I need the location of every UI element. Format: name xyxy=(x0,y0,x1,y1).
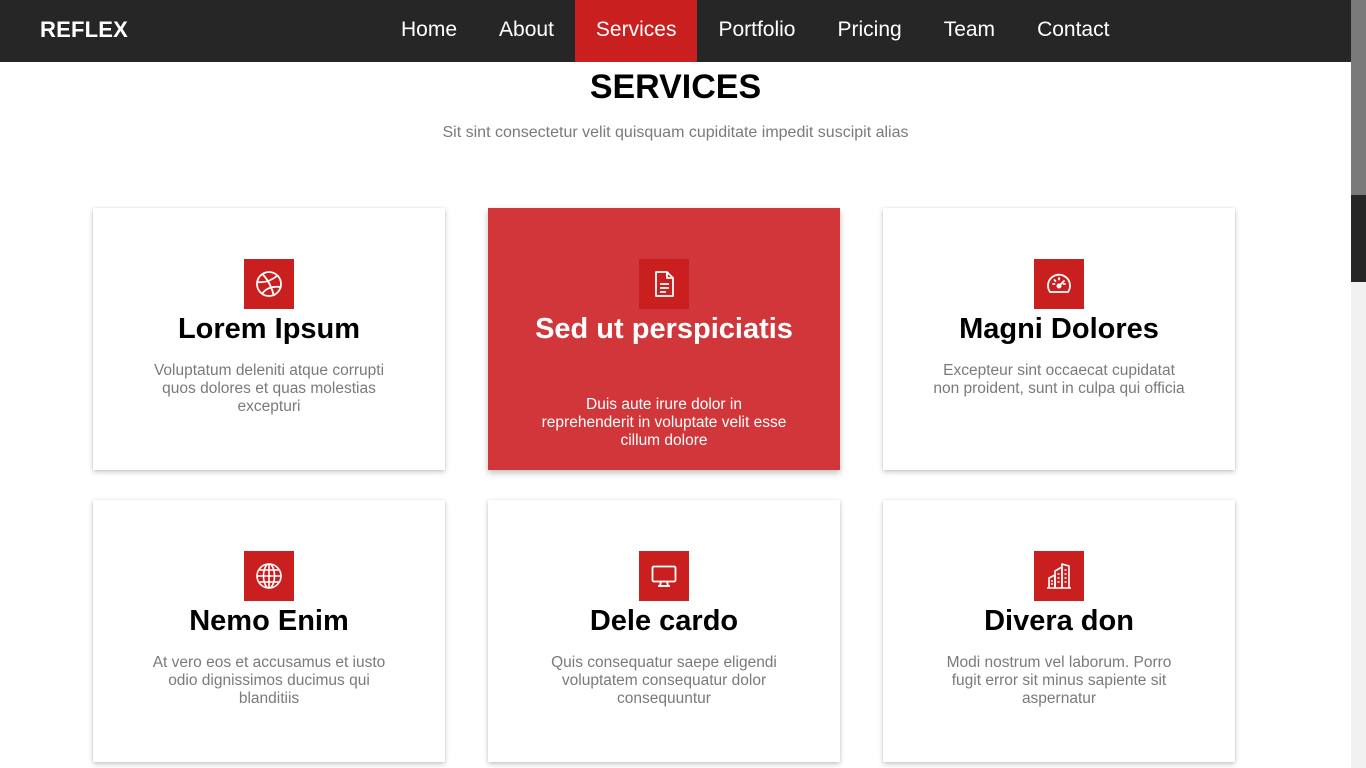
brand-logo[interactable]: REFLEX xyxy=(40,0,128,62)
section-title: SERVICES xyxy=(589,68,762,106)
nav-item-about[interactable]: About xyxy=(478,0,575,62)
globe-icon xyxy=(244,551,294,601)
dribbble-icon xyxy=(244,259,294,309)
speedometer-icon xyxy=(1034,259,1084,309)
service-description: Quis consequatur saepe eligendi voluptat… xyxy=(551,654,777,707)
section-subtitle: Sit sint consectetur velit quisquam cupi… xyxy=(442,124,909,141)
service-card-lorem-ipsum[interactable]: Lorem Ipsum Voluptatum deleniti atque co… xyxy=(93,208,445,470)
nav-item-pricing[interactable]: Pricing xyxy=(817,0,923,62)
service-title: Magni Dolores xyxy=(959,313,1159,345)
service-description: Duis aute irure dolor in reprehenderit i… xyxy=(541,396,787,449)
nav-item-team[interactable]: Team xyxy=(923,0,1016,62)
service-title: Lorem Ipsum xyxy=(177,313,361,345)
service-card-magni-dolores[interactable]: Magni Dolores Excepteur sint occaecat cu… xyxy=(883,208,1235,470)
service-title: Dele cardo xyxy=(589,605,739,637)
navbar: REFLEX Home About Services Portfolio Pri… xyxy=(0,0,1351,62)
nav-item-portfolio[interactable]: Portfolio xyxy=(697,0,816,62)
service-description: Modi nostrum vel laborum. Porro fugit er… xyxy=(946,654,1172,707)
service-card-nemo-enim[interactable]: Nemo Enim At vero eos et accusamus et iu… xyxy=(93,500,445,762)
nav-menu: Home About Services Portfolio Pricing Te… xyxy=(380,0,1130,62)
service-description: At vero eos et accusamus et iusto odio d… xyxy=(152,654,386,707)
monitor-icon xyxy=(639,551,689,601)
buildings-icon xyxy=(1034,551,1084,601)
nav-item-home[interactable]: Home xyxy=(380,0,478,62)
service-title: Divera don xyxy=(984,605,1134,637)
service-card-sed-ut-perspiciatis[interactable]: Sed ut perspiciatis Duis aute irure dolo… xyxy=(488,208,840,470)
scrollbar-track-lower[interactable] xyxy=(1351,282,1366,768)
scrollbar-track-upper[interactable] xyxy=(1351,0,1366,195)
service-card-divera-don[interactable]: Divera don Modi nostrum vel laborum. Por… xyxy=(883,500,1235,762)
service-card-dele-cardo[interactable]: Dele cardo Quis consequatur saepe eligen… xyxy=(488,500,840,762)
service-title: Nemo Enim xyxy=(189,605,349,637)
nav-item-contact[interactable]: Contact xyxy=(1016,0,1130,62)
scrollbar-thumb[interactable] xyxy=(1351,195,1366,282)
service-description: Excepteur sint occaecat cupidatat non pr… xyxy=(933,362,1185,397)
nav-item-services[interactable]: Services xyxy=(574,0,698,62)
service-title: Sed ut perspiciatis xyxy=(535,313,793,345)
service-description: Voluptatum deleniti atque corrupti quos … xyxy=(153,362,385,415)
document-icon xyxy=(639,259,689,309)
